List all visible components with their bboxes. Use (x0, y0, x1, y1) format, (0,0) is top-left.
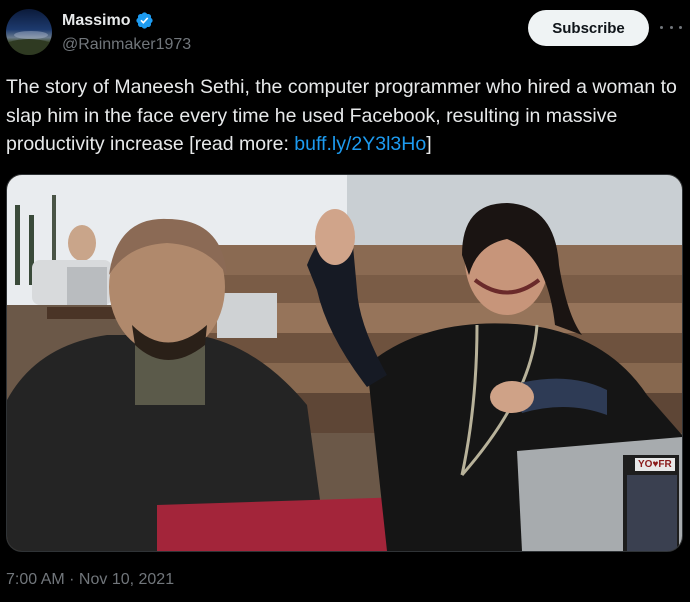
more-options-icon[interactable] (660, 16, 682, 38)
laptop-sticker-text: YO♥FR (635, 458, 675, 471)
author-display-name[interactable]: Massimo (62, 12, 130, 30)
author-name-row[interactable]: Massimo (62, 11, 154, 30)
author-handle[interactable]: @Rainmaker1973 (62, 36, 191, 54)
subscribe-button[interactable]: Subscribe (528, 10, 649, 46)
tweet-header: Massimo @Rainmaker1973 Subscribe (0, 0, 690, 70)
tweet-body-end: ] (426, 133, 432, 155)
tweet-timestamp[interactable]: 7:00 AM · Nov 10, 2021 (6, 571, 174, 589)
tweet-link[interactable]: buff.ly/2Y3l3Ho (294, 133, 426, 155)
tweet-media-photo[interactable]: YO♥FR (6, 174, 683, 552)
photo-illustration (7, 175, 682, 551)
tweet-text: The story of Maneesh Sethi, the computer… (6, 73, 682, 159)
avatar[interactable] (6, 9, 52, 55)
verified-badge-icon (136, 12, 154, 29)
